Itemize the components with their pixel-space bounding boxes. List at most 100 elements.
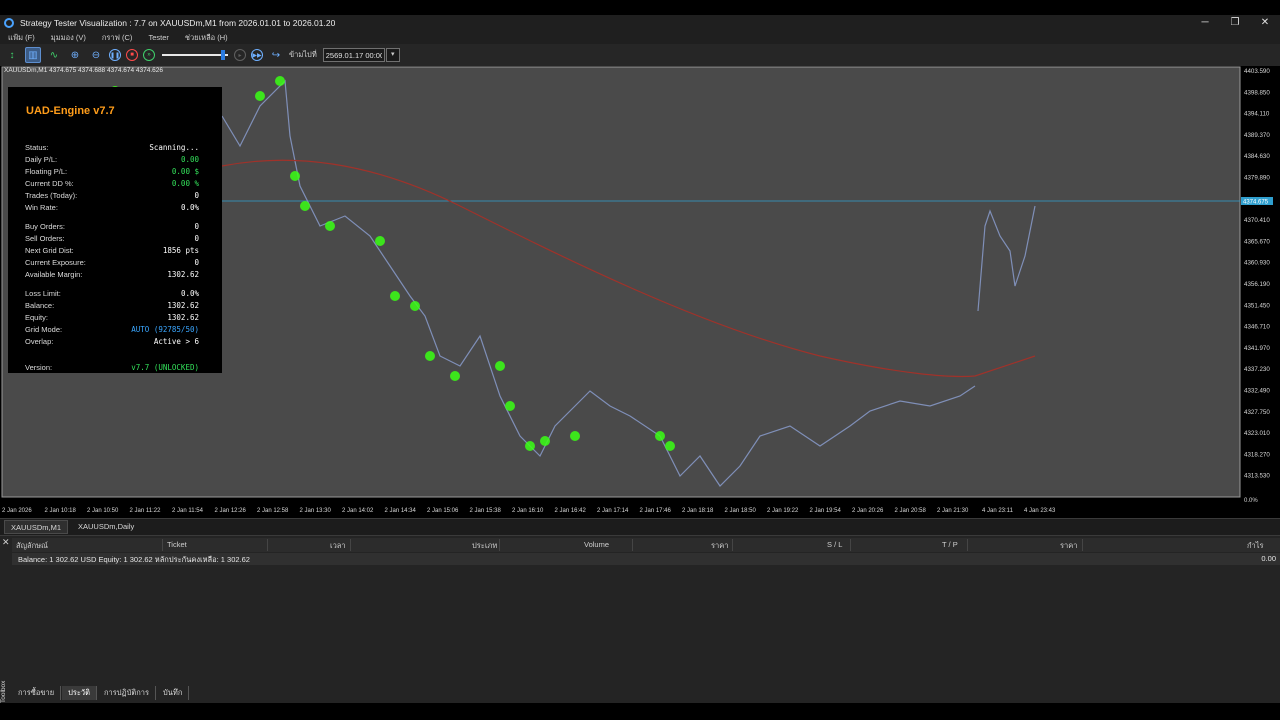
minimize-button[interactable]: ─ — [1190, 15, 1220, 31]
pause-icon[interactable]: ❚❚ — [109, 49, 121, 61]
balance-row[interactable]: Balance: 1 302.62 USD Equity: 1 302.62 ห… — [12, 553, 1280, 565]
skip-arrow-icon[interactable]: ↪ — [268, 47, 284, 63]
col-profit[interactable]: กำไร — [1247, 540, 1264, 552]
col-time[interactable]: เวลา — [330, 540, 346, 552]
trade-marker — [300, 201, 310, 211]
col-symbol[interactable]: สัญลักษณ์ — [16, 540, 48, 552]
col-price[interactable]: ราคา — [711, 540, 728, 552]
panel-row-value: v7.7 (UNLOCKED) — [131, 363, 199, 372]
col-volume[interactable]: Volume — [584, 540, 609, 549]
time-tick-label: 2 Jan 20:58 — [895, 508, 927, 514]
candle-chart-icon[interactable]: ▥ — [25, 47, 41, 63]
time-tick-label: 2 Jan 17:14 — [597, 508, 629, 514]
panel-row-label: Win Rate: — [25, 203, 58, 212]
menu-file[interactable]: แฟ้ม (F) — [8, 32, 35, 44]
trade-marker — [425, 351, 435, 361]
panel-row-label: Buy Orders: — [25, 222, 66, 231]
speed-icon[interactable]: » — [143, 49, 155, 61]
time-tick-label: 2 Jan 10:18 — [45, 508, 77, 514]
time-tick-label: 2 Jan 18:50 — [725, 508, 757, 514]
panel-row-label: Equity: — [25, 313, 48, 322]
price-tick-label: 4337.230 — [1244, 366, 1270, 373]
speed-slider-knob[interactable] — [220, 50, 225, 60]
panel-row: Daily P/L: 0.00 — [25, 155, 199, 167]
panel-row-label: Daily P/L: — [25, 155, 58, 164]
time-tick-label: 2 Jan 11:22 — [130, 508, 162, 514]
time-tick-label: 2 Jan 15:06 — [427, 508, 459, 514]
line-chart-icon[interactable]: ∿ — [46, 47, 62, 63]
panel-row: Grid Mode: AUTO (92785/50) — [25, 325, 199, 337]
tab-journal[interactable]: บันทึก — [157, 686, 190, 700]
panel-row: Equity: 1302.62 — [25, 313, 199, 325]
panel-row-label: Loss Limit: — [25, 289, 61, 298]
ea-info-panel: UAD-Engine v7.7 Status: Scanning... Daily … — [8, 87, 222, 373]
price-tick-label: 4332.490 — [1244, 388, 1270, 395]
col-sl[interactable]: S / L — [827, 540, 842, 549]
col-ticket[interactable]: Ticket — [167, 540, 187, 549]
chart-type-icon[interactable]: ↕ — [4, 47, 20, 63]
col-current-price[interactable]: ราคา — [1060, 540, 1077, 552]
zoom-in-icon[interactable]: ⊕ — [67, 47, 83, 63]
restore-button[interactable]: ❐ — [1220, 15, 1250, 31]
menu-charts[interactable]: กราฟ (C) — [102, 32, 133, 44]
skip-date-input[interactable] — [322, 48, 385, 62]
tab-trade[interactable]: การซื้อขาย — [12, 686, 62, 700]
panel-row: Overlap: Active > 6 — [25, 337, 199, 349]
menu-view[interactable]: มุมมอง (V) — [51, 32, 86, 44]
trade-marker — [375, 236, 385, 246]
app-icon — [4, 18, 14, 28]
time-tick-label: 2 Jan 19:54 — [810, 508, 842, 514]
panel-row-value: 1302.62 — [167, 301, 199, 310]
close-button[interactable]: ✕ — [1250, 15, 1280, 31]
panel-row-value: 0 — [194, 234, 199, 243]
chart-tab-m1[interactable]: XAUUSDm,M1 — [4, 520, 69, 534]
panel-row: Buy Orders: 0 — [25, 222, 199, 234]
panel-row: Win Rate: 0.0% — [25, 203, 199, 215]
menu-help[interactable]: ช่วยเหลือ (H) — [185, 32, 228, 44]
tab-operations[interactable]: การปฏิบัติการ — [98, 686, 157, 700]
time-tick-label: 2 Jan 18:18 — [682, 508, 714, 514]
chart-symbol-header: XAUUSDm,M1 4374.675 4374.688 4374.674 43… — [4, 67, 164, 74]
indicator-strip — [2, 498, 1240, 506]
col-type[interactable]: ประเภท — [472, 540, 497, 552]
step-icon: ▸ — [234, 49, 246, 61]
col-tp[interactable]: T / P — [942, 540, 958, 549]
price-tick-label: 4341.970 — [1244, 345, 1270, 352]
price-tick-label: 4389.370 — [1244, 132, 1270, 139]
panel-row-value: 0.00 % — [171, 179, 199, 188]
time-tick-label: 2 Jan 16:42 — [555, 508, 587, 514]
panel-row-label: Status: — [25, 143, 49, 152]
time-tick-label: 2 Jan 14:34 — [385, 508, 417, 514]
tab-history[interactable]: ประวัติ — [62, 686, 98, 700]
panel-row: Floating P/L: 0.00 $ — [25, 167, 199, 179]
stop-icon[interactable]: ■ — [126, 49, 138, 61]
panel-row: Version: v7.7 (UNLOCKED) — [25, 363, 199, 375]
panel-row-label: Floating P/L: — [25, 167, 68, 176]
panel-row-value: 0 — [194, 258, 199, 267]
price-tick-label: 4398.850 — [1244, 89, 1270, 96]
panel-row-value: 0.0% — [180, 289, 199, 298]
panel-row: Available Margin: 1302.62 — [25, 270, 199, 282]
panel-row-value: AUTO (92785/50) — [131, 325, 199, 334]
menu-tester[interactable]: Tester — [148, 33, 168, 42]
date-picker-icon[interactable]: ▾ — [385, 48, 400, 62]
skip-to-icon[interactable]: ▶▶ — [251, 49, 263, 61]
panel-row-value: 1856 pts — [162, 246, 199, 255]
panel-row-value: 0 — [194, 191, 199, 200]
zoom-out-icon[interactable]: ⊖ — [88, 47, 104, 63]
trade-table-header: สัญลักษณ์ Ticket เวลา ประเภท Volume ราคา… — [12, 538, 1280, 552]
price-tick-label: 4379.890 — [1244, 175, 1270, 182]
time-tick-label: 2 Jan 15:38 — [470, 508, 502, 514]
panel-row: Balance: 1302.62 — [25, 301, 199, 313]
chart-tab-daily[interactable]: XAUUSDm,Daily — [72, 520, 140, 534]
indicator-scale-label: 0.0% — [1244, 498, 1258, 504]
panel-row: Trades (Today): 0 — [25, 191, 199, 203]
time-tick-label: 2 Jan 14:02 — [342, 508, 374, 514]
time-tick-label: 2 Jan 12:58 — [257, 508, 289, 514]
speed-slider[interactable] — [162, 50, 228, 60]
price-tick-label: 4356.190 — [1244, 281, 1270, 288]
toolbox-tabs: การซื้อขาย ประวัติ การปฏิบัติการ บันทึก — [12, 686, 190, 700]
toolbox-close-icon[interactable]: ✕ — [2, 537, 10, 548]
panel-row-value: 1302.62 — [167, 270, 199, 279]
title-bar: Strategy Tester Visualization : 7.7 on X… — [0, 15, 1280, 31]
